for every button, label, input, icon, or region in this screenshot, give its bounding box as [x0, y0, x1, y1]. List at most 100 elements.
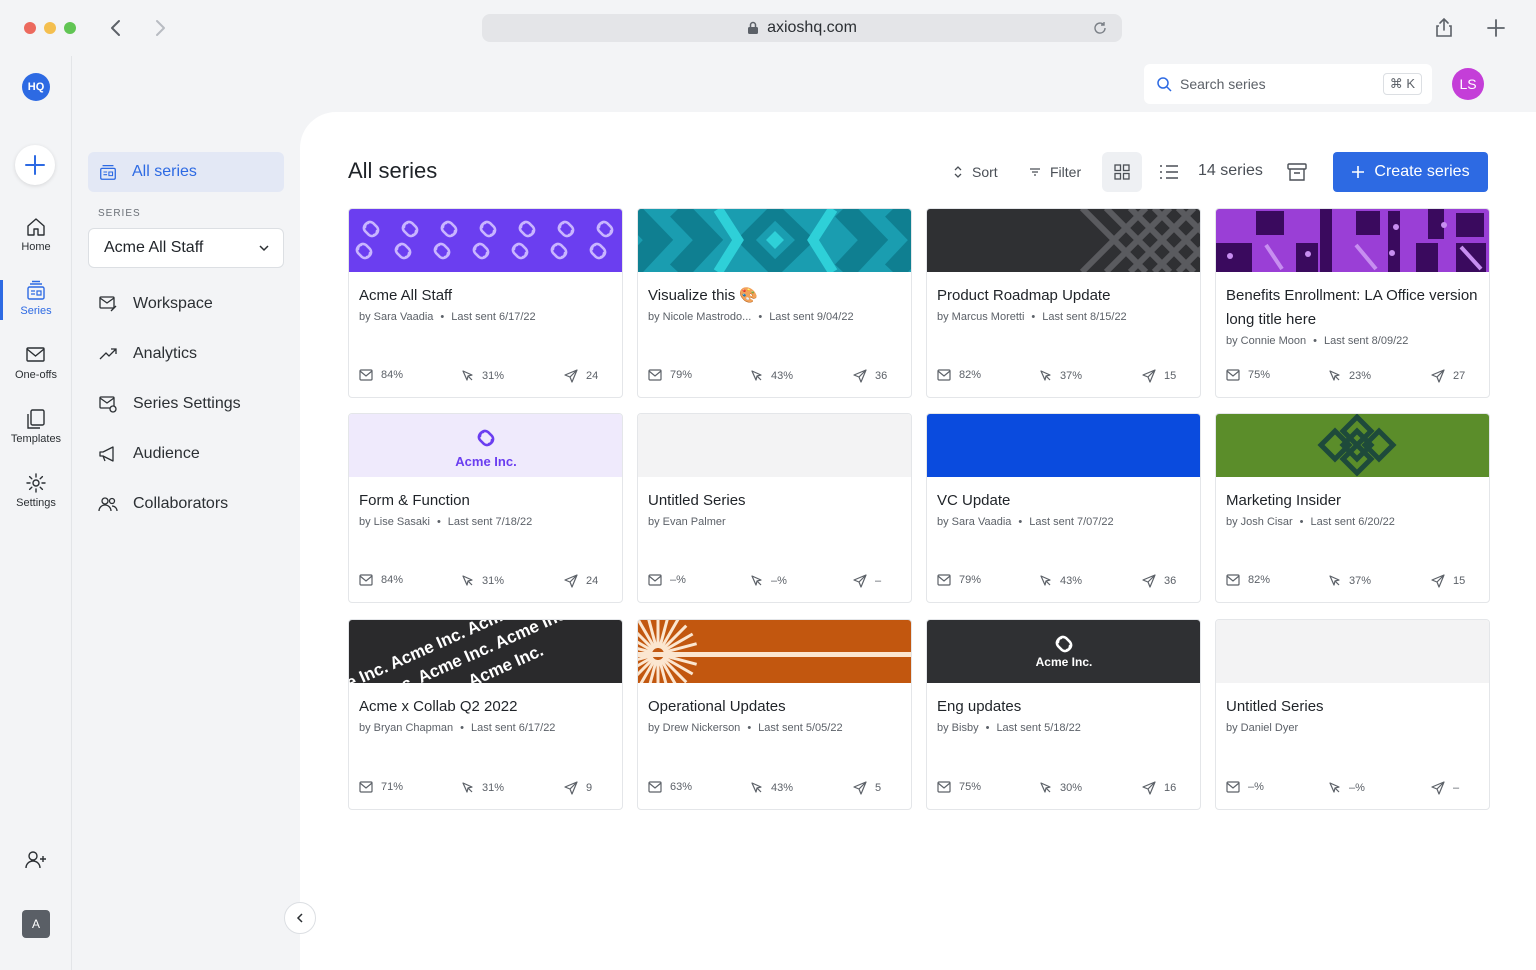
card-meta: by Sara Vaadia • Last sent 6/17/22	[359, 311, 536, 323]
filter-label: Filter	[1050, 164, 1082, 180]
card-banner: Acme Inc.	[927, 620, 1200, 683]
create-series-button[interactable]: Create series	[1333, 152, 1488, 192]
sent-count-value: 24	[586, 370, 599, 382]
card-meta: by Daniel Dyer	[1226, 722, 1298, 734]
mail-icon	[1226, 574, 1240, 586]
series-select[interactable]: Acme All Staff	[88, 228, 284, 268]
send-icon	[853, 574, 867, 588]
reload-icon[interactable]	[1092, 20, 1108, 36]
series-card[interactable]: Acme Inc. Form & Function by Lise Sasaki • L…	[348, 413, 623, 603]
sidebar-item-collaborators[interactable]: Collaborators	[98, 494, 228, 514]
click-rate: 37%	[1039, 369, 1082, 382]
user-avatar[interactable]: LS	[1452, 68, 1484, 100]
series-card[interactable]: Product Roadmap Update by Marcus Moretti •…	[926, 208, 1201, 398]
card-stats: 82% 37% 15	[1226, 574, 1479, 590]
send-icon	[564, 574, 578, 588]
share-icon[interactable]	[1432, 16, 1456, 40]
series-card[interactable]: Visualize this 🎨 by Nicole Mastrodo... • La…	[637, 208, 912, 398]
card-banner-art	[638, 620, 911, 683]
sidebar-item-all-series[interactable]: All series	[88, 152, 284, 192]
card-last-sent: Last sent 7/18/22	[447, 516, 533, 528]
collapse-sidebar-button[interactable]	[284, 902, 316, 934]
rail-item-one-offs[interactable]: One-offs	[0, 344, 72, 381]
open-rate-value: 82%	[959, 369, 982, 381]
list-icon[interactable]	[1158, 162, 1180, 182]
cursor-click-icon	[1329, 370, 1340, 381]
invite-user-icon[interactable]	[24, 848, 48, 872]
rail-item-templates[interactable]: Templates	[0, 408, 72, 445]
open-rate: 79%	[648, 369, 692, 381]
back-icon[interactable]	[104, 16, 128, 40]
sent-count: 9	[564, 781, 592, 795]
rail-item-home[interactable]: Home	[0, 216, 72, 253]
mail-icon	[1226, 781, 1240, 793]
sidebar-item-series-settings[interactable]: Series Settings	[98, 394, 241, 414]
series-card[interactable]: Untitled Series by Evan Palmer –% –% –	[637, 413, 912, 603]
search-icon	[1157, 77, 1172, 92]
card-last-sent: Last sent 5/05/22	[758, 722, 843, 734]
open-rate-value: 75%	[959, 781, 982, 793]
open-rate-value: –%	[1248, 781, 1264, 793]
card-title: Acme All Staff	[359, 287, 453, 304]
close-window-button[interactable]	[24, 22, 36, 34]
rail-item-settings[interactable]: Settings	[0, 472, 72, 509]
open-rate-value: 75%	[1248, 369, 1271, 381]
meta-separator: •	[1299, 516, 1304, 528]
new-item-button[interactable]	[15, 145, 55, 185]
plus-icon	[1352, 166, 1365, 178]
card-meta: by Lise Sasaki • Last sent 7/18/22	[359, 516, 532, 528]
sort-button[interactable]: Sort	[952, 152, 998, 192]
sort-label: Sort	[972, 164, 998, 180]
archive-icon[interactable]	[1286, 162, 1308, 182]
meta-separator: •	[747, 722, 752, 734]
sent-count-value: 9	[586, 782, 593, 794]
address-bar[interactable]: axioshq.com	[482, 14, 1122, 42]
sent-count: 15	[1431, 574, 1465, 588]
chevron-down-icon	[259, 245, 269, 252]
series-card[interactable]: Untitled Series by Daniel Dyer –% –% –	[1215, 619, 1490, 810]
rail-item-label: Templates	[10, 433, 62, 445]
sidebar-item-label: All series	[132, 163, 197, 180]
mail-icon	[1226, 369, 1240, 381]
maximize-window-button[interactable]	[64, 22, 76, 34]
filter-button[interactable]: Filter	[1028, 152, 1081, 192]
card-title: Acme x Collab Q2 2022	[359, 698, 518, 715]
card-title: Operational Updates	[648, 698, 786, 715]
series-card[interactable]: Acme All Staff by Sara Vaadia • Last sent 6…	[348, 208, 623, 398]
series-card[interactable]: VC Update by Sara Vaadia • Last sent 7/07/2…	[926, 413, 1201, 603]
forward-icon[interactable]	[148, 16, 172, 40]
new-tab-icon[interactable]	[1484, 16, 1508, 40]
sidebar-item-audience[interactable]: Audience	[98, 444, 200, 464]
series-card[interactable]: Benefits Enrollment: LA Office version l…	[1215, 208, 1490, 398]
meta-separator: •	[1313, 335, 1317, 347]
cursor-click-icon	[462, 575, 473, 586]
card-banner	[638, 414, 911, 477]
send-icon	[1431, 574, 1445, 588]
open-rate: 84%	[359, 369, 403, 381]
series-icon	[27, 280, 45, 300]
cursor-click-icon	[462, 782, 473, 793]
hq-logo[interactable]: HQ	[22, 73, 50, 101]
send-icon	[564, 781, 578, 795]
sidebar-item-analytics[interactable]: Analytics	[98, 344, 197, 364]
grid-view-button[interactable]	[1102, 152, 1142, 192]
series-card[interactable]: Marketing Insider by Josh Cisar • Last sent…	[1215, 413, 1490, 603]
search-input[interactable]: Search series ⌘ K	[1144, 64, 1432, 104]
sent-count-value: 15	[1164, 370, 1177, 382]
sidebar-item-workspace[interactable]: Workspace	[98, 294, 213, 314]
series-card[interactable]: Operational Updates by Drew Nickerson • Las…	[637, 619, 912, 810]
rail-item-series[interactable]: Series	[0, 280, 72, 317]
card-meta: by Josh Cisar • Last sent 6/20/22	[1226, 516, 1395, 528]
card-meta: by Sara Vaadia • Last sent 7/07/22	[937, 516, 1114, 528]
chevron-left-icon	[296, 913, 303, 923]
megaphone-icon	[99, 446, 114, 462]
minimize-window-button[interactable]	[44, 22, 56, 34]
card-stats: 84% 31% 24	[359, 574, 612, 590]
card-banner-art	[349, 209, 622, 272]
account-avatar[interactable]: A	[22, 910, 50, 938]
templates-icon	[27, 409, 45, 429]
sent-count-value: 15	[1453, 575, 1466, 587]
series-card[interactable]: Acme Inc. Eng updates by Bisby • Last sent 5…	[926, 619, 1201, 810]
card-author: by Connie Moon	[1226, 335, 1307, 347]
series-card[interactable]: Acme Inc. Acme Inc. Acme Inc.Acme Inc. A…	[348, 619, 623, 810]
